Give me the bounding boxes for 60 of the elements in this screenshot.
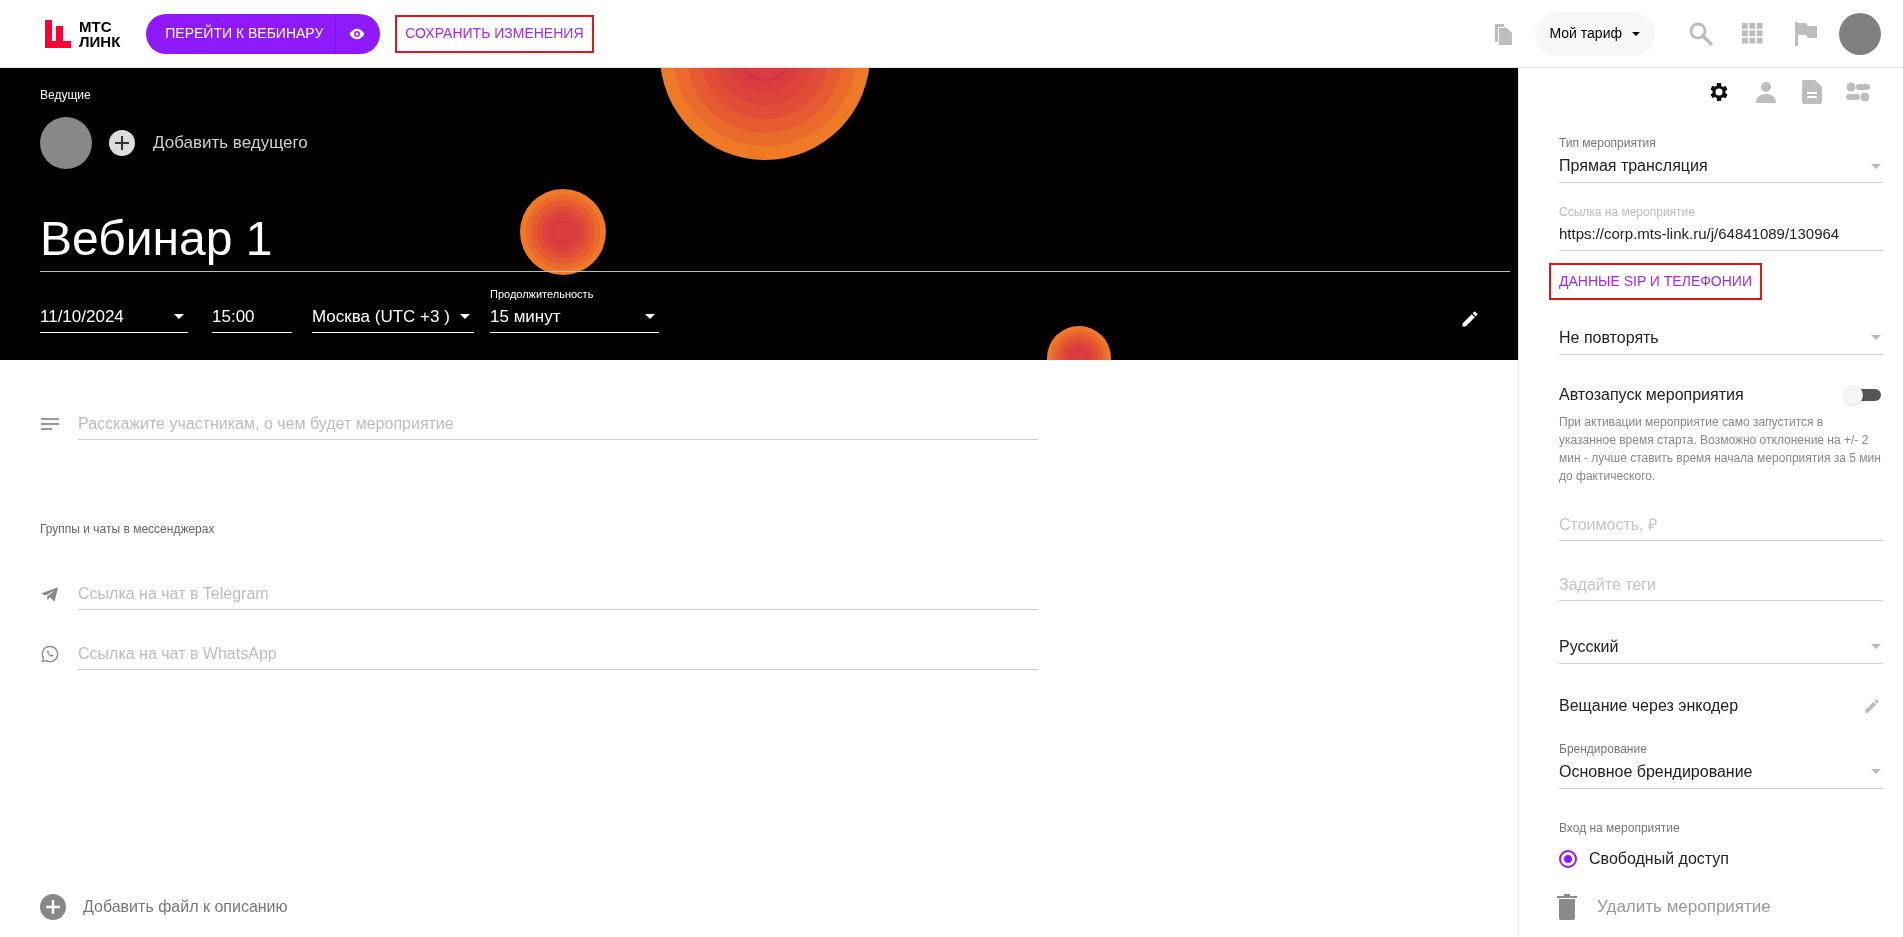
description-field[interactable]: Расскажите участникам, о чем будет мероприятие bbox=[78, 408, 1038, 440]
event-type-label: Тип мероприятия bbox=[1559, 135, 1657, 152]
date-select[interactable]: 11/10/2024 bbox=[40, 303, 188, 333]
caret-icon bbox=[1871, 769, 1881, 774]
autostart-toggle[interactable] bbox=[1843, 384, 1881, 405]
whatsapp-link-field[interactable]: Ссылка на чат в WhatsApp bbox=[78, 638, 1038, 670]
language-select[interactable]: Русский bbox=[1559, 634, 1883, 664]
apps-grid-icon[interactable] bbox=[1742, 23, 1763, 44]
telegram-link-field[interactable]: Ссылка на чат в Telegram bbox=[78, 578, 1038, 610]
document-icon[interactable] bbox=[1802, 80, 1822, 104]
price-field[interactable]: Стоимость, ₽ bbox=[1559, 510, 1883, 541]
text-lines-icon bbox=[40, 418, 60, 430]
webinar-title[interactable]: Вебинар 1 bbox=[40, 213, 273, 265]
event-type-select[interactable]: Прямая трансляция bbox=[1559, 154, 1883, 183]
event-link-field[interactable]: https://corp.mts-link.ru/j/64841089/130964 bbox=[1559, 223, 1883, 251]
caret-icon bbox=[460, 313, 470, 319]
caret-icon bbox=[1871, 335, 1881, 340]
toggles-icon[interactable] bbox=[1846, 80, 1870, 104]
event-link-label: Ссылка на мероприятие bbox=[1559, 204, 1696, 221]
plan-button[interactable]: Мой тариф bbox=[1534, 11, 1655, 56]
caret-icon bbox=[645, 313, 655, 319]
logo-text: МТС bbox=[79, 18, 113, 34]
access-label: Вход на мероприятие bbox=[1559, 819, 1681, 837]
logo-icon bbox=[45, 19, 71, 48]
go-to-webinar-button[interactable]: ПЕРЕЙТИ К ВЕБИНАРУ bbox=[146, 13, 381, 54]
trash-icon bbox=[1557, 894, 1577, 920]
flag-icon[interactable] bbox=[1795, 21, 1817, 46]
host-avatar bbox=[40, 117, 92, 169]
logo-text: ЛИНК bbox=[79, 33, 121, 49]
radio-button[interactable] bbox=[1559, 849, 1577, 868]
caret-icon bbox=[1871, 163, 1881, 169]
add-host-link[interactable]: Добавить ведущего bbox=[153, 130, 308, 156]
copy-icon[interactable] bbox=[1492, 21, 1513, 46]
messengers-label: Группы и чаты в мессенджерах bbox=[40, 521, 216, 538]
duration-label: Продолжительность bbox=[490, 287, 595, 302]
hosts-label: Ведущие bbox=[40, 87, 92, 104]
user-avatar[interactable] bbox=[1839, 12, 1881, 55]
timezone-select[interactable]: Москва (UTC +3 ) bbox=[312, 303, 474, 333]
encoder-label: Вещание через энкодер bbox=[1559, 695, 1739, 716]
branding-select[interactable]: Основное брендирование bbox=[1559, 759, 1883, 789]
caret-icon bbox=[174, 313, 184, 319]
edit-icon[interactable] bbox=[1460, 309, 1480, 329]
duration-select[interactable]: 15 минут bbox=[490, 303, 659, 333]
person-icon[interactable] bbox=[1754, 80, 1778, 104]
branding-label: Брендирование bbox=[1559, 740, 1648, 758]
save-changes-button[interactable]: СОХРАНИТЬ ИЗМЕНЕНИЯ bbox=[395, 14, 594, 53]
autostart-hint: При активации мероприятие само запустится в указанное время старта. Возможно отклонение на +/- 2 мин - лучше ставить время начала мероприятия за 5 мин до фактического. bbox=[1559, 413, 1882, 485]
sip-data-link[interactable]: ДАННЫЕ SIP И ТЕЛЕФОНИИ bbox=[1549, 262, 1762, 300]
caret-icon bbox=[1632, 31, 1640, 36]
tags-field[interactable]: Задайте теги bbox=[1559, 570, 1883, 601]
repeat-select[interactable]: Не повторять bbox=[1559, 325, 1883, 355]
search-icon[interactable] bbox=[1688, 20, 1714, 47]
time-field[interactable]: 15:00 bbox=[212, 303, 292, 333]
autostart-label: Автозапуск мероприятия bbox=[1559, 384, 1744, 405]
add-icon[interactable] bbox=[109, 130, 135, 156]
access-option-label: Свободный доступ bbox=[1589, 848, 1729, 869]
chat-bubble-icon bbox=[40, 645, 60, 663]
caret-icon bbox=[1871, 644, 1881, 649]
add-file-link[interactable]: Добавить файл к описанию bbox=[83, 895, 288, 919]
paper-plane-icon bbox=[40, 586, 60, 602]
